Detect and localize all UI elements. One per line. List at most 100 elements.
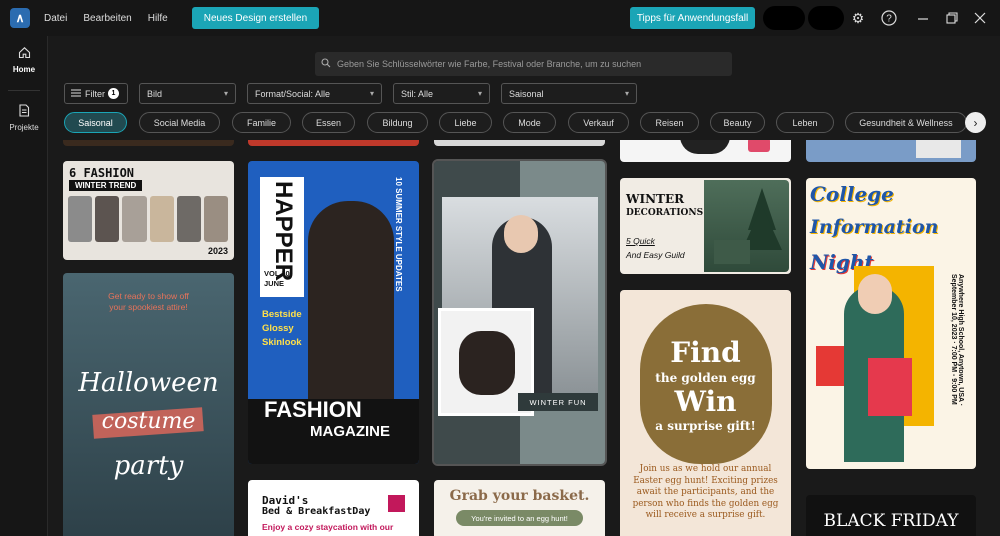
chip-beauty[interactable]: Beauty <box>710 112 765 133</box>
college-line-2: Information <box>810 216 939 238</box>
search-bar <box>315 52 732 76</box>
sidebar-label-projects: Projekte <box>9 123 39 132</box>
sidebar-divider <box>8 90 40 91</box>
chip-essen[interactable]: Essen <box>302 112 355 133</box>
bnb-line-2: Bed & BreakfastDay <box>262 506 371 517</box>
template-card-black-friday[interactable]: BLACK FRIDAY <box>806 495 976 536</box>
bnb-line-3: Enjoy a cozy staycation with our <box>262 522 394 532</box>
format-dropdown[interactable]: Format/Social: Alle ▾ <box>247 83 382 104</box>
filter-icon <box>71 89 81 99</box>
basket-title: Grab your basket. <box>449 488 590 504</box>
fashion-trend-photos <box>68 196 229 242</box>
home-icon <box>18 46 31 62</box>
easter-body: Join us as we hold our annual Easter egg… <box>632 464 779 520</box>
template-card-winter-fun[interactable]: WINTER FUN <box>432 159 607 466</box>
template-card-basket[interactable]: Grab your basket. You're invited to an e… <box>434 480 605 536</box>
style-dropdown[interactable]: Stil: Alle ▾ <box>393 83 490 104</box>
template-card-halloween[interactable]: Get ready to show off your spookiest att… <box>63 273 234 536</box>
new-design-button[interactable]: Neues Design erstellen <box>191 7 320 29</box>
halloween-line-3: party <box>113 451 184 481</box>
template-card-winter-decorations[interactable]: WINTER DECORATIONS 5 Quick And Easy Guil… <box>620 178 791 274</box>
account-name[interactable] <box>808 6 844 30</box>
halloween-tagline-2: your spookiest attire! <box>109 302 188 312</box>
season-dropdown[interactable]: Saisonal ▾ <box>501 83 637 104</box>
svg-text:?: ? <box>886 14 892 25</box>
magazine-footer-1: FASHION <box>264 397 362 422</box>
winter-deco-line-2: DECORATIONS <box>626 208 704 218</box>
template-card-fashion-trend[interactable]: 6 FASHION WINTER TREND 2023 <box>63 161 234 260</box>
chevron-down-icon: ▾ <box>624 89 629 98</box>
college-folder <box>868 358 912 416</box>
minimize-icon[interactable] <box>913 8 933 28</box>
chevron-down-icon: ▾ <box>223 89 228 98</box>
chip-verkauf[interactable]: Verkauf <box>568 112 629 133</box>
menu-file[interactable]: Datei <box>44 13 67 24</box>
season-dropdown-value: Saisonal <box>509 88 544 99</box>
winter-deco-line-3: 5 Quick <box>626 236 655 246</box>
chip-saisonal[interactable]: Saisonal <box>64 112 127 133</box>
chip-reisen[interactable]: Reisen <box>640 112 699 133</box>
style-dropdown-value: Stil: Alle <box>401 88 434 99</box>
filter-button[interactable]: Filter 1 <box>64 83 128 104</box>
sidebar-item-projects[interactable]: Projekte <box>0 104 48 132</box>
settings-gear-icon[interactable]: ⚙ <box>848 8 868 28</box>
template-grid: 6 FASHION WINTER TREND 2023 Get ready to… <box>48 140 1000 536</box>
type-dropdown-value: Bild <box>147 88 163 99</box>
college-side-text: Anywhere High School, Anytown, USA · Sep… <box>950 274 964 407</box>
template-card-partial[interactable] <box>248 140 419 146</box>
template-card-bnb[interactable]: David's Bed & BreakfastDay Enjoy a cozy … <box>248 480 419 536</box>
menu-edit[interactable]: Bearbeiten <box>83 13 131 24</box>
template-card-college[interactable]: College Information Night Anywhere High … <box>806 178 976 469</box>
sidebar-item-home[interactable]: Home <box>0 46 48 74</box>
easter-find: Find <box>670 336 741 369</box>
template-card-partial[interactable] <box>806 140 976 162</box>
format-dropdown-value: Format/Social: Alle <box>255 88 331 99</box>
easter-golden: the golden egg <box>655 371 756 385</box>
type-dropdown[interactable]: Bild ▾ <box>139 83 236 104</box>
college-line-1: College <box>810 182 894 206</box>
filter-count-badge: 1 <box>108 88 119 99</box>
black-friday-title: BLACK FRIDAY <box>823 511 959 531</box>
restore-icon[interactable] <box>942 8 962 28</box>
winter-deco-photo <box>704 180 789 272</box>
help-icon[interactable]: ? <box>879 8 899 28</box>
search-input[interactable] <box>337 59 727 69</box>
magazine-vol: VOL 10 <box>264 269 290 278</box>
tips-button[interactable]: Tipps für Anwendungsfall <box>630 7 755 29</box>
magazine-side-text: 10 SUMMER STYLE UPDATES <box>394 177 403 292</box>
winter-fun-label: WINTER FUN <box>518 393 598 411</box>
basket-pill: You're invited to an egg hunt! <box>456 510 583 526</box>
magazine-title: HAPPER <box>270 181 297 282</box>
template-card-partial[interactable] <box>434 140 605 146</box>
chip-social-media[interactable]: Social Media <box>139 112 220 133</box>
chip-liebe[interactable]: Liebe <box>439 112 492 133</box>
app-logo-icon: ∧ <box>10 8 30 28</box>
halloween-line-2: costume <box>101 409 196 434</box>
close-icon[interactable] <box>970 8 990 28</box>
menu-help[interactable]: Hilfe <box>148 13 168 24</box>
account-avatar[interactable] <box>763 6 805 30</box>
chip-leben[interactable]: Leben <box>776 112 834 133</box>
template-card-partial[interactable] <box>63 140 234 146</box>
halloween-line-1: Halloween <box>78 368 219 398</box>
template-card-magazine[interactable]: HAPPER VOL 10 JUNE 10 SUMMER STYLE UPDAT… <box>248 161 419 464</box>
magazine-bullet-1: Bestside <box>262 309 302 320</box>
halloween-tagline-1: Get ready to show off <box>108 291 189 301</box>
sidebar-label-home: Home <box>12 65 36 74</box>
chevron-down-icon: ▾ <box>477 89 482 98</box>
chip-familie[interactable]: Familie <box>232 112 291 133</box>
template-card-partial[interactable] <box>620 140 791 162</box>
chip-bildung[interactable]: Bildung <box>367 112 428 133</box>
bnb-accent-square <box>388 495 405 512</box>
chip-gesundheit[interactable]: Gesundheit & Wellness <box>845 112 967 133</box>
chips-next-arrow-icon[interactable]: › <box>965 112 986 133</box>
chip-mode[interactable]: Mode <box>503 112 556 133</box>
magazine-bullet-3: Skinlook <box>262 337 302 348</box>
search-icon <box>321 57 331 71</box>
college-student-face <box>858 274 892 314</box>
magazine-model-photo <box>308 201 394 401</box>
magazine-month: JUNE <box>264 279 285 288</box>
template-card-easter[interactable]: Find the golden egg Win a surprise gift!… <box>620 290 791 536</box>
winter-deco-line-1: WINTER <box>626 192 685 206</box>
app-window: ∧ Datei Bearbeiten Hilfe Neues Design er… <box>0 0 1000 536</box>
